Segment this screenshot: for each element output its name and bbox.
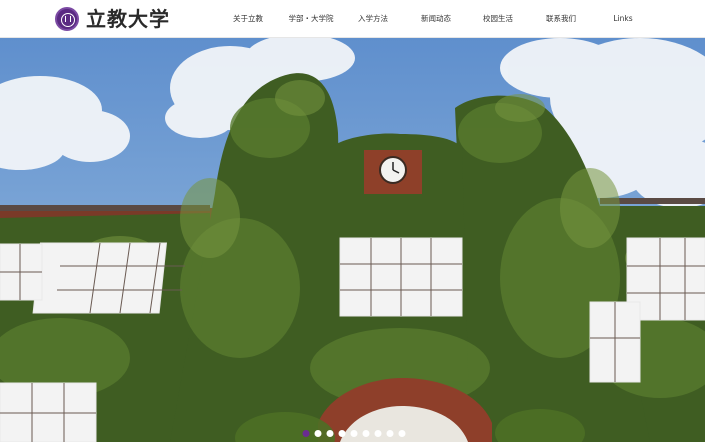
nav-item-news[interactable]: 新闻动态 — [421, 0, 451, 38]
logo-text: 立教大学 — [86, 7, 170, 31]
carousel-dot-8[interactable] — [386, 430, 394, 437]
carousel-indicators — [0, 430, 705, 438]
nav-item-faculties[interactable]: 学部・大学院 — [289, 0, 334, 38]
site-logo[interactable]: 立教大学 — [55, 6, 170, 32]
hero-banner — [0, 38, 705, 442]
carousel-dot-9[interactable] — [398, 430, 406, 437]
site-header: 立教大学 关于立教 学部・大学院 入学方法 新闻动态 校园生活 联系我们 Lin… — [0, 0, 705, 38]
university-seal-icon — [55, 7, 79, 31]
carousel-dot-2[interactable] — [314, 430, 322, 437]
carousel-dot-3[interactable] — [326, 430, 334, 437]
carousel-dot-5[interactable] — [350, 430, 358, 437]
nav-item-admissions[interactable]: 入学方法 — [358, 0, 388, 38]
carousel-dot-6[interactable] — [362, 430, 370, 437]
nav-item-campus-life[interactable]: 校园生活 — [483, 0, 513, 38]
nav-item-contact[interactable]: 联系我们 — [546, 0, 576, 38]
carousel-dot-1[interactable] — [302, 430, 310, 437]
carousel-dot-4[interactable] — [338, 430, 346, 437]
nav-item-links[interactable]: Links — [613, 0, 632, 38]
hero-image — [0, 38, 705, 442]
carousel-dot-7[interactable] — [374, 430, 382, 437]
nav-item-about[interactable]: 关于立教 — [233, 0, 263, 38]
